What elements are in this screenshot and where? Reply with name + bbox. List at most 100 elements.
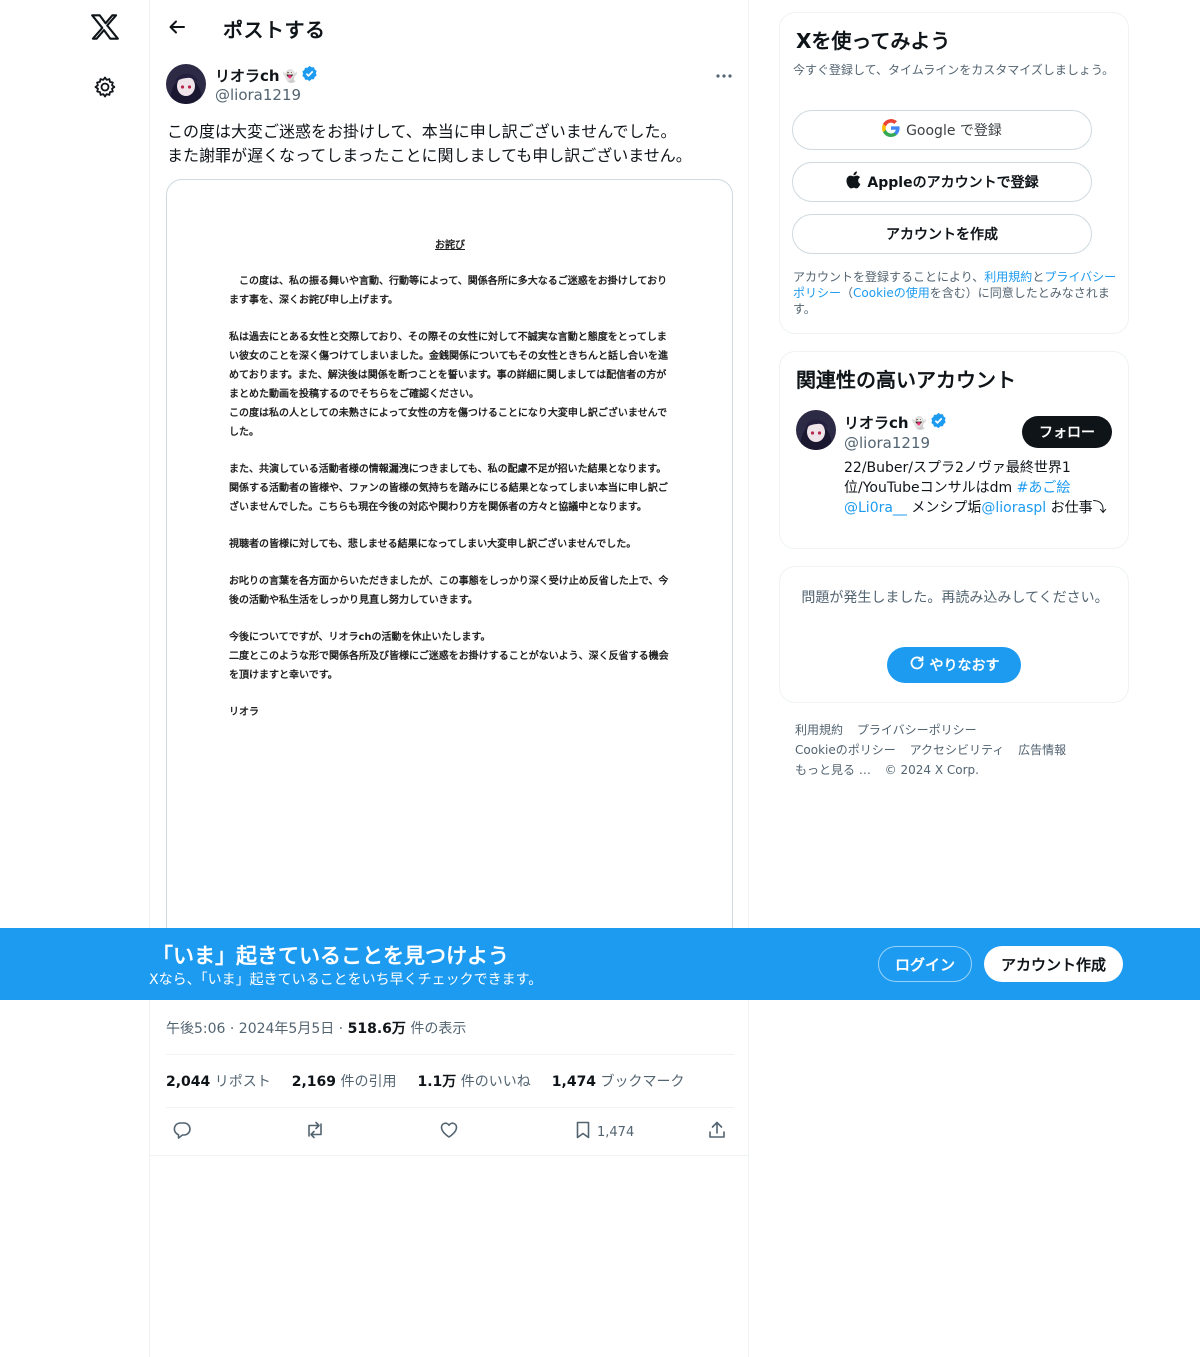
signup-card-title: Xを使ってみよう xyxy=(796,29,951,53)
avatar[interactable] xyxy=(166,64,206,104)
author-name[interactable]: リオラch xyxy=(215,65,280,86)
post-stats: 2,044 リポスト 2,169 件の引用 1.1万 件のいいね 1,474 ブ… xyxy=(166,1071,685,1091)
main-column: ポストする リオラch 👻 @liora1219 この度は大変ご迷惑をお掛けして… xyxy=(149,0,749,1357)
apple-signup-button[interactable]: Appleのアカウントで登録 xyxy=(792,162,1092,202)
like-label: 件のいいね xyxy=(456,1074,531,1090)
related-account-name-row[interactable]: リオラch 👻 xyxy=(844,412,947,433)
bookmark-label: ブックマーク xyxy=(596,1074,685,1090)
post-timestamp[interactable]: 午後5:06 · 2024年5月5日 · xyxy=(166,1021,348,1037)
bookmark-stat[interactable]: 1,474 ブックマーク xyxy=(552,1071,685,1091)
post-text-line: この度は大変ご迷惑をお掛けして、本当に申し訳ございませんでした。 xyxy=(167,122,677,141)
left-nav xyxy=(0,0,150,1357)
retry-button[interactable]: やりなおす xyxy=(887,647,1021,683)
apple-signup-label: Appleのアカウントで登録 xyxy=(867,175,1039,191)
create-account-button[interactable]: アカウントを作成 xyxy=(792,214,1092,254)
bio-mention-link[interactable]: @lioraspl xyxy=(981,500,1046,516)
banner-title: 「いま」起きていることを見つけよう xyxy=(152,944,509,968)
footer-link[interactable]: 利用規約 xyxy=(795,723,843,737)
avatar[interactable] xyxy=(796,410,836,450)
like-stat[interactable]: 1.1万 件のいいね xyxy=(418,1071,531,1091)
copyright: © 2024 X Corp. xyxy=(884,763,979,777)
bio-text: メンシプ垢 xyxy=(906,500,982,516)
footer-link[interactable]: 広告情報 xyxy=(1018,743,1066,757)
repost-label: リポスト xyxy=(210,1074,271,1090)
repost-count: 2,044 xyxy=(166,1074,211,1090)
bookmark-count: 1,474 xyxy=(551,1074,597,1090)
sidebar-footer: 利用規約 プライバシーポリシー Cookieのポリシー アクセシビリティ 広告情… xyxy=(795,720,1115,780)
reply-icon[interactable] xyxy=(172,1120,192,1140)
post-meta: 午後5:06 · 2024年5月5日 · 518.6万 件の表示 xyxy=(166,1018,466,1038)
signup-button[interactable]: アカウント作成 xyxy=(984,946,1123,982)
document-paragraph: この度は、私の振る舞いや言動、行動等によって、関係各所に多大なるご迷惑をお掛けし… xyxy=(229,276,668,306)
views-count: 518.6万 xyxy=(347,1021,406,1037)
document-paragraph: 私は過去にとある女性と交際しており、その際その女性に対して不誠実な言動と態度をと… xyxy=(229,332,668,438)
error-card: 問題が発生しました。再読み込みしてください。 やりなおす xyxy=(779,566,1129,703)
banner-subtitle: Xなら、「いま」起きていることをいち早くチェックできます。 xyxy=(149,972,543,988)
bookmark-icon xyxy=(573,1120,593,1144)
error-message: 問題が発生しました。再読み込みしてください。 xyxy=(801,590,1109,606)
follow-button[interactable]: フォロー xyxy=(1022,416,1112,448)
divider xyxy=(166,1054,734,1055)
create-account-label: アカウントを作成 xyxy=(886,227,998,243)
quote-count: 2,169 xyxy=(291,1074,337,1090)
document-paragraph: 今後についてですが、リオラchの活動を休止いたします。 二度とこのような形で関係… xyxy=(229,632,669,681)
related-accounts-card: 関連性の高いアカウント リオラch 👻 @liora1219 フォロー 22/B… xyxy=(779,351,1129,549)
page-title: ポストする xyxy=(223,18,326,42)
ghost-emoji: 👻 xyxy=(911,415,927,430)
divider xyxy=(150,1155,748,1156)
related-account-bio: 22/Buber/スプラ2ノヴァ最終世界1位/YouTubeコンサルはdm #あ… xyxy=(844,458,1114,518)
post-text: この度は大変ご迷惑をお掛けして、本当に申し訳ございませんでした。 また謝罪が遅く… xyxy=(167,120,733,168)
repost-stat[interactable]: 2,044 リポスト xyxy=(166,1071,271,1091)
verified-badge-icon xyxy=(930,412,947,433)
post-header: ポストする xyxy=(150,0,750,54)
document-paragraph: 視聴者の皆様に対しても、悲しませる結果になってしまい大変申し訳ございませんでした… xyxy=(229,539,637,550)
retry-label: やりなおす xyxy=(929,658,1000,674)
terms-link[interactable]: 利用規約 xyxy=(984,270,1032,284)
document-signature: リオラ xyxy=(229,707,259,718)
terms-text: アカウントを登録することにより、 xyxy=(793,270,985,284)
signup-card: Xを使ってみよう 今すぐ登録して、タイムラインをカスタマイズしましょう。 Goo… xyxy=(779,12,1129,334)
author-name-row[interactable]: リオラch 👻 xyxy=(215,65,318,86)
repost-icon[interactable] xyxy=(304,1120,326,1140)
post-text-line: また謝罪が遅くなってしまったことに関しましても申し訳ございません。 xyxy=(167,146,692,165)
bio-text: お仕事⤵︎ xyxy=(1046,500,1107,516)
related-card-title: 関連性の高いアカウント xyxy=(796,368,1016,392)
author-handle[interactable]: @liora1219 xyxy=(215,86,301,104)
document-title: お詫び xyxy=(435,240,465,251)
bookmark-button[interactable]: 1,474 xyxy=(573,1120,634,1144)
footer-link[interactable]: Cookieのポリシー xyxy=(795,743,896,757)
ghost-emoji: 👻 xyxy=(282,68,298,83)
like-count: 1.1万 xyxy=(417,1074,457,1090)
related-account-name[interactable]: リオラch xyxy=(844,412,909,433)
footer-more-link[interactable]: もっと見る … xyxy=(795,763,871,777)
google-icon xyxy=(882,119,900,141)
cookie-link[interactable]: Cookieの使用 xyxy=(853,286,930,300)
back-arrow-icon[interactable] xyxy=(164,14,190,40)
quote-stat[interactable]: 2,169 件の引用 xyxy=(292,1071,397,1091)
like-icon[interactable] xyxy=(439,1120,459,1140)
document-paragraph: また、共演している活動者様の情報漏洩につきましても、私の配慮不足が招いた結果とな… xyxy=(229,464,668,513)
login-banner: 「いま」起きていることを見つけよう Xなら、「いま」起きていることをいち早くチェ… xyxy=(0,928,1200,1000)
footer-link[interactable]: プライバシーポリシー xyxy=(857,723,977,737)
terms-notice: アカウントを登録することにより、利用規約とプライバシーポリシー（Cookieの使… xyxy=(793,269,1123,317)
verified-badge-icon xyxy=(301,65,318,86)
x-logo-icon[interactable] xyxy=(88,10,122,44)
gear-icon[interactable] xyxy=(91,73,119,101)
views-label: 件の表示 xyxy=(405,1021,467,1037)
refresh-icon xyxy=(909,655,925,675)
bio-hashtag-link[interactable]: #あご絵 xyxy=(1017,480,1071,496)
bio-mention-link[interactable]: @Li0ra__ xyxy=(844,500,907,516)
terms-text: （ xyxy=(841,286,854,300)
google-signup-button[interactable]: Google で登録 xyxy=(792,110,1092,150)
share-icon[interactable] xyxy=(707,1120,727,1140)
related-account-handle[interactable]: @liora1219 xyxy=(844,434,930,452)
login-button[interactable]: ログイン xyxy=(878,946,972,982)
footer-link[interactable]: アクセシビリティ xyxy=(910,743,1005,757)
more-icon[interactable] xyxy=(714,66,734,86)
terms-text: と xyxy=(1032,270,1045,284)
quote-label: 件の引用 xyxy=(336,1074,397,1090)
document-paragraph: お叱りの言葉を各方面からいただきましたが、この事態をしっかり深く受け止め反省した… xyxy=(229,576,669,606)
google-signup-label: Google で登録 xyxy=(906,123,1002,139)
post-image[interactable]: お詫び この度は、私の振る舞いや言動、行動等によって、関係各所に多大なるご迷惑を… xyxy=(166,179,733,999)
post-actions: 1,474 xyxy=(166,1118,734,1148)
